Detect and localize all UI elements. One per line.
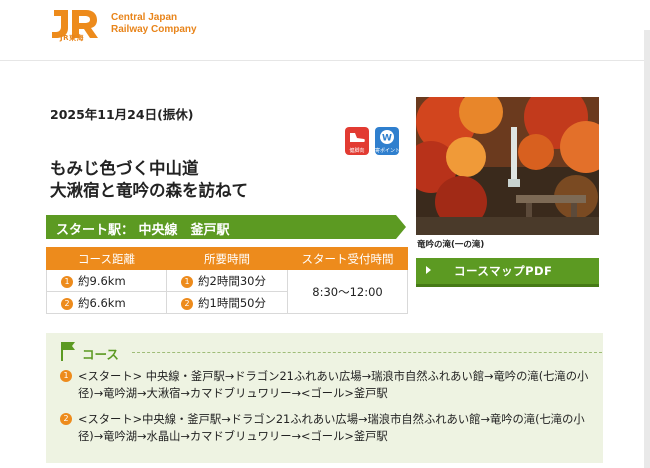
duration-cell: 1 約2時間30分	[166, 269, 288, 292]
course-panel: コース 1 <スタート> 中央線・釜戸駅→ドラゴン21ふれあい広場→瑞浪市自然ふ…	[46, 333, 603, 463]
start-station: スタート駅： 中央線 釜戸駅	[56, 223, 230, 238]
route-item: 2 <スタート>中央線・釜戸駅→ドラゴン21ふれあい広場→瑞浪市自然ふれあい館→…	[60, 411, 590, 445]
table-header-row: コース距離 所要時間 スタート受付時間	[46, 247, 408, 270]
number-badge: 1	[61, 275, 73, 288]
header-distance: コース距離	[46, 247, 167, 270]
duration-value: 約1時間50分	[198, 295, 266, 310]
course-map-pdf-button[interactable]: コースマップPDF	[416, 258, 599, 287]
flag-icon	[61, 342, 75, 361]
scrollbar[interactable]	[644, 30, 650, 468]
title-line-2: 大湫宿と竜吟の森を訪ねて	[50, 181, 248, 200]
duration-cell: 2 約1時間50分	[166, 291, 288, 314]
duration-value: 約2時間30分	[198, 273, 266, 288]
course-heading-text: コース	[82, 347, 119, 362]
divider	[132, 352, 602, 353]
start-time-cell: 8:30〜12:00	[287, 269, 408, 314]
header-start-time: スタート受付時間	[287, 247, 408, 270]
number-badge: 1	[181, 275, 193, 288]
company-name-line2: Railway Company	[111, 24, 197, 35]
company-name: Central Japan Railway Company	[111, 12, 197, 36]
route-text: <スタート> 中央線・釜戸駅→ドラゴン21ふれあい広場→瑞浪市自然ふれあい館→竜…	[78, 370, 589, 400]
number-badge: 1	[60, 370, 72, 382]
number-badge: 2	[61, 297, 73, 310]
shoe-icon: 健脚向	[345, 127, 369, 155]
distance-value: 約6.6km	[78, 295, 126, 310]
event-date: 2025年11月24日(振休)	[50, 107, 194, 122]
course-heading: コース	[60, 341, 602, 362]
number-badge: 2	[60, 413, 72, 425]
distance-cell: 1 約9.6km	[46, 269, 167, 292]
header-duration: 所要時間	[166, 247, 288, 270]
arrow-right-icon	[426, 266, 431, 274]
table-row: 1 約9.6km 1 約2時間30分 8:30〜12:00	[46, 269, 408, 314]
pdf-button-label: コースマップPDF	[454, 264, 553, 278]
title-line-1: もみじ色づく中山道	[50, 159, 199, 178]
route-item: 1 <スタート> 中央線・釜戸駅→ドラゴン21ふれあい広場→瑞浪市自然ふれあい館…	[60, 368, 590, 402]
number-badge: 2	[181, 297, 193, 310]
route-text: <スタート>中央線・釜戸駅→ドラゴン21ふれあい広場→瑞浪市自然ふれあい館→竜吟…	[78, 413, 585, 443]
course-info-table: コース距離 所要時間 スタート受付時間 1 約9.6km 1 約2時間30分 8:3…	[46, 247, 408, 314]
logo-subtext: JR東海	[60, 34, 84, 42]
svg-text:W: W	[382, 134, 392, 144]
distance-value: 約9.6km	[78, 273, 126, 288]
site-header: JR東海 Central Japan Railway Company	[0, 0, 650, 61]
event-title: もみじ色づく中山道 大湫宿と竜吟の森を訪ねて	[50, 158, 248, 202]
course-feature-icons: 健脚向 W 寄ポイント	[345, 127, 403, 157]
company-name-line1: Central Japan	[111, 12, 178, 23]
waterfall-photo	[416, 97, 599, 235]
distance-cell: 2 約6.6km	[46, 291, 167, 314]
icon-label-point: 寄ポイント	[375, 148, 401, 154]
icon-label-difficulty: 健脚向	[349, 148, 365, 154]
photo-caption: 竜吟の滝(一の滝)	[417, 240, 485, 250]
start-station-bar: スタート駅： 中央線 釜戸駅	[46, 215, 406, 239]
w-point-icon: W 寄ポイント	[375, 127, 401, 155]
